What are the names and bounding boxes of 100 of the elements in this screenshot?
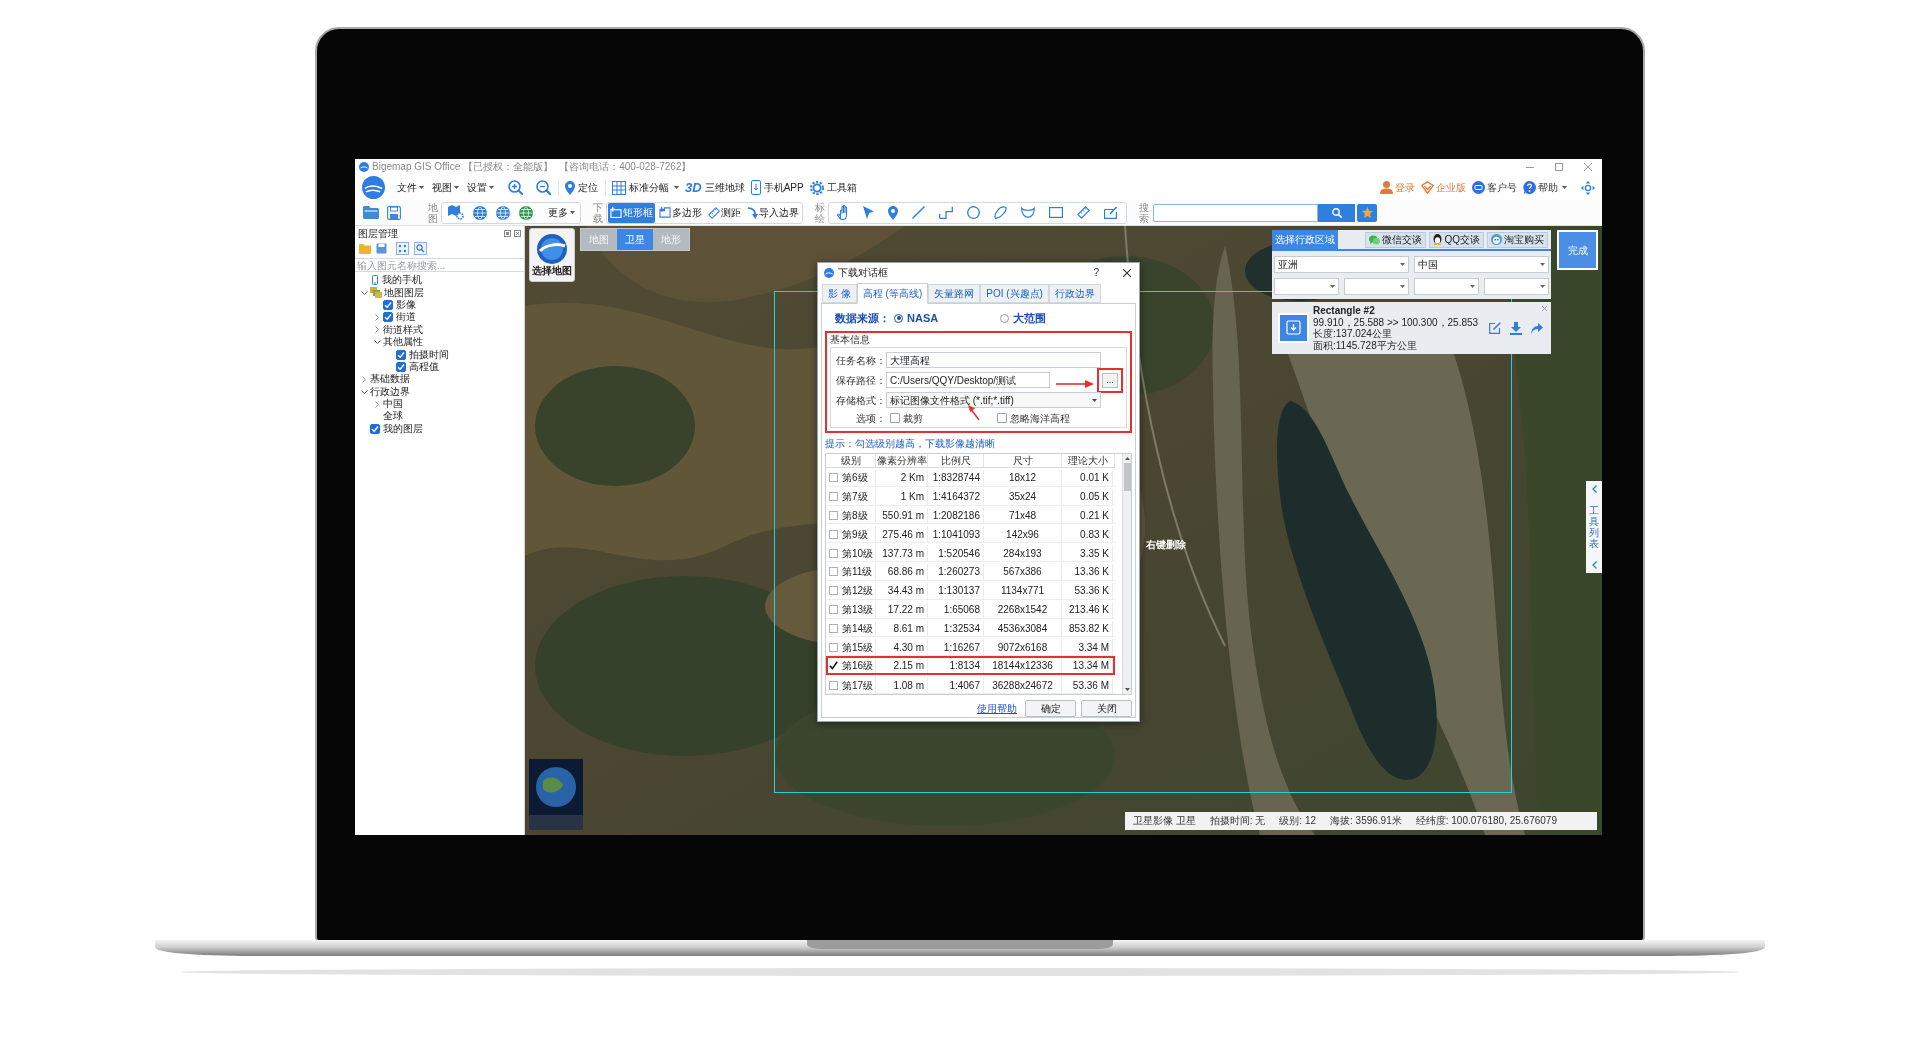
download-tool[interactable]: 多边形 xyxy=(657,202,704,223)
zoom-in-icon[interactable] xyxy=(508,180,523,195)
tree-item[interactable]: 中国 xyxy=(383,399,403,410)
path-field[interactable]: C:/Users/QQY/Desktop/测试 xyxy=(886,372,1050,388)
checkbox[interactable] xyxy=(829,567,838,577)
radio-button[interactable] xyxy=(1000,313,1010,323)
download-tool[interactable]: 导入边界 xyxy=(745,202,801,223)
checkbox[interactable] xyxy=(383,312,393,323)
tree-item[interactable]: 其他属性 xyxy=(383,337,423,348)
help-button[interactable]: ? xyxy=(1091,267,1101,278)
download-tool[interactable]: 矩形框 xyxy=(608,202,655,223)
polyline-icon[interactable] xyxy=(939,206,953,219)
checkbox[interactable] xyxy=(829,605,838,615)
checkbox[interactable] xyxy=(997,413,1007,423)
tree-item[interactable]: 全球 xyxy=(383,411,403,422)
tree-item[interactable]: 行政边界 xyxy=(370,386,410,397)
folder-icon[interactable] xyxy=(363,206,379,219)
tree-item[interactable]: 基础数据 xyxy=(370,374,410,385)
tool-list-tab[interactable]: 工具列表 xyxy=(1586,481,1602,573)
dialog-button[interactable]: 关闭 xyxy=(1081,700,1132,717)
mobile-app-button[interactable]: 手机APP xyxy=(750,180,804,195)
chevron-down-icon[interactable] xyxy=(360,290,368,295)
chevron-right-icon[interactable] xyxy=(362,375,366,383)
checkbox[interactable] xyxy=(829,511,838,521)
browse-button[interactable]: ... xyxy=(1102,372,1118,388)
edit-icon[interactable] xyxy=(1489,322,1501,334)
pointer-icon[interactable] xyxy=(863,206,874,219)
select-all-icon[interactable] xyxy=(396,242,409,255)
chevron-down-icon[interactable] xyxy=(360,389,368,394)
tree-item[interactable]: 拍摄时间 xyxy=(409,349,449,360)
text-field[interactable]: 大理高程 xyxy=(886,352,1101,368)
help-menu[interactable]: 帮助 xyxy=(1523,180,1567,195)
tab[interactable]: 行政边界 xyxy=(1048,284,1101,303)
checkbox[interactable] xyxy=(829,473,838,483)
tree-item[interactable]: 街道 xyxy=(396,312,416,323)
dropdown[interactable]: 中国 xyxy=(1414,256,1549,273)
line-icon[interactable] xyxy=(912,206,925,219)
chevron-right-icon[interactable] xyxy=(375,313,379,321)
curve-icon[interactable] xyxy=(994,206,1007,219)
favorite-button[interactable] xyxy=(1357,203,1377,222)
chevron-down-icon[interactable] xyxy=(373,340,381,345)
search-field[interactable] xyxy=(1153,203,1318,222)
share-icon[interactable] xyxy=(1531,322,1543,334)
tab[interactable]: POI (兴趣点) xyxy=(980,284,1049,303)
radio-button[interactable] xyxy=(894,313,903,323)
maximize-icon[interactable] xyxy=(1555,163,1563,171)
checkbox[interactable] xyxy=(829,623,838,633)
help-link[interactable]: 使用帮助 xyxy=(977,701,1017,716)
checkbox[interactable] xyxy=(829,529,838,539)
search-icon[interactable] xyxy=(414,242,427,255)
customer-id-button[interactable]: 客户号 xyxy=(1472,180,1517,195)
checkbox[interactable] xyxy=(890,413,900,423)
save-icon[interactable] xyxy=(376,243,387,254)
pin-icon[interactable] xyxy=(888,205,898,220)
scrollbar-thumb[interactable] xyxy=(1123,463,1131,491)
radio-label[interactable]: NASA xyxy=(907,309,939,327)
globe-preview-drawing[interactable] xyxy=(529,759,583,830)
globe-3d-button[interactable]: 3D 三维地球 xyxy=(685,180,745,195)
checkbox[interactable] xyxy=(829,586,838,596)
more-button[interactable]: 更多 xyxy=(548,205,575,220)
checkbox[interactable] xyxy=(829,548,838,558)
restore-icon[interactable] xyxy=(504,230,511,237)
checkbox-label[interactable]: 忽略海洋高程 xyxy=(1010,410,1070,426)
tab[interactable]: 影 像 xyxy=(822,284,857,303)
menu-item[interactable]: 视图 xyxy=(431,180,460,195)
toolbox-button[interactable]: 工具箱 xyxy=(809,180,857,195)
chevron-right-icon[interactable] xyxy=(375,400,379,408)
checkbox[interactable] xyxy=(383,299,393,310)
circle-icon[interactable] xyxy=(967,206,980,219)
globe-icon[interactable] xyxy=(496,205,510,220)
tree-item[interactable]: 地图图层 xyxy=(384,287,424,298)
checkbox[interactable] xyxy=(829,661,838,671)
arc-icon[interactable] xyxy=(1021,207,1035,218)
checkbox-label[interactable]: 裁剪 xyxy=(903,410,923,426)
ruler-icon[interactable] xyxy=(1077,206,1090,219)
globe-icon[interactable] xyxy=(473,205,487,220)
tab[interactable]: 矢量路网 xyxy=(928,284,981,303)
note-icon[interactable] xyxy=(1104,206,1118,219)
checkbox[interactable] xyxy=(396,361,406,372)
radio-label[interactable]: 大范围 xyxy=(1013,309,1047,327)
save-icon[interactable] xyxy=(387,205,401,220)
menu-item[interactable]: 设置 xyxy=(466,180,495,195)
folder-icon[interactable] xyxy=(359,243,371,254)
map-sheet-button[interactable]: 标准分幅 xyxy=(612,180,679,195)
contact-button[interactable]: QQ交谈 xyxy=(1429,231,1484,248)
map-picker-button[interactable]: 选择地图 xyxy=(529,228,575,282)
zoom-out-icon[interactable] xyxy=(536,180,551,195)
close-icon[interactable] xyxy=(1123,268,1131,277)
contact-button[interactable]: 淘宝购买 xyxy=(1487,231,1548,248)
tree-item[interactable]: 影像 xyxy=(396,299,416,310)
checkbox[interactable] xyxy=(370,423,380,434)
hand-icon[interactable] xyxy=(837,205,849,220)
menu-item[interactable]: 文件 xyxy=(396,180,425,195)
checkbox[interactable] xyxy=(829,492,838,502)
dialog-button[interactable]: 确定 xyxy=(1025,700,1076,717)
locate-button[interactable]: 定位 xyxy=(565,180,598,195)
search-field[interactable]: 输入图元名称搜索... xyxy=(355,258,524,272)
checkbox[interactable] xyxy=(396,349,406,360)
map-settings-icon[interactable] xyxy=(448,205,464,220)
minimize-icon[interactable] xyxy=(1526,166,1534,168)
